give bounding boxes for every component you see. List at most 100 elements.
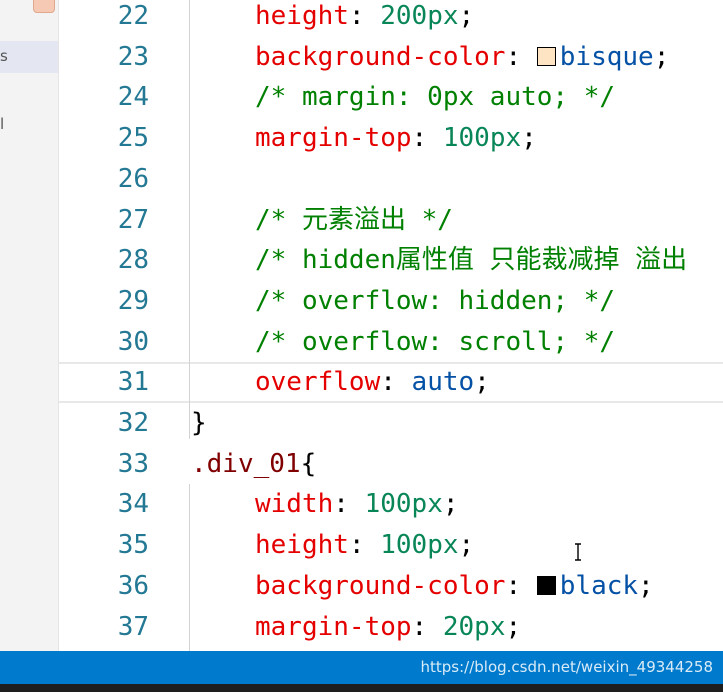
line-number: 27 [117, 204, 149, 235]
code-line[interactable]: 25 margin-top: 100px; [59, 118, 723, 159]
code-line[interactable]: 29 /* overflow: hidden; */ [59, 281, 723, 322]
code-token: height [255, 530, 349, 561]
code-token: /* hidden属性值 只能裁减掉 溢出 [255, 245, 688, 276]
line-number: 35 [117, 530, 149, 561]
code-token: ; [442, 489, 459, 520]
code-text: /* overflow: hidden; */ [255, 281, 615, 322]
code-token: width [255, 489, 334, 520]
code-line[interactable]: 24 /* margin: 0px auto; */ [59, 77, 723, 118]
code-token: auto [411, 367, 475, 398]
code-token: : [411, 611, 443, 642]
code-text: height: 200px; [255, 0, 474, 37]
code-token: background-color [255, 41, 506, 72]
code-text: overflow: auto; [255, 364, 490, 401]
sidebar-item-label: s [0, 47, 8, 65]
line-number: 29 [117, 285, 149, 316]
code-token: height [255, 1, 349, 31]
sidebar-item-selected[interactable]: s [0, 41, 58, 73]
color-swatch-icon[interactable] [536, 575, 556, 595]
code-token: ; [505, 611, 522, 642]
code-line[interactable]: 30 /* overflow: scroll; */ [59, 322, 723, 363]
code-line[interactable]: 35 height: 100px; [59, 525, 723, 566]
line-number: 26 [117, 163, 149, 194]
line-number: 22 [117, 1, 149, 31]
code-token: { [300, 448, 317, 479]
line-number: 24 [117, 82, 149, 113]
code-text: /* overflow: scroll; */ [255, 322, 615, 363]
code-line[interactable]: 28 /* hidden属性值 只能裁减掉 溢出 [59, 240, 723, 281]
line-number: 30 [117, 326, 149, 357]
indent-guide [189, 484, 190, 651]
code-editor[interactable]: 22 height: 200px; 23 background-color: bisq… [59, 0, 723, 651]
code-line[interactable]: 37 margin-top: 20px; [59, 607, 723, 648]
code-line[interactable]: 31 overflow: auto; [59, 362, 723, 403]
code-token: /* 元素溢出 */ [255, 204, 453, 235]
code-token: ; [521, 123, 537, 154]
code-token: : [380, 367, 412, 398]
code-token: /* margin: 0px auto; */ [255, 82, 616, 113]
code-text: margin-top: 100px; [255, 118, 537, 159]
code-line[interactable]: 33 .div_01{ [59, 444, 723, 485]
sidebar-item-label[interactable]: l [0, 115, 4, 133]
code-line[interactable]: 32} [59, 403, 723, 444]
code-token: /* overflow: hidden; */ [255, 285, 616, 316]
code-token: 100px [380, 530, 459, 561]
line-number: 37 [117, 611, 149, 642]
code-token: background-color [255, 570, 506, 601]
code-text: /* margin: 0px auto; */ [255, 77, 615, 118]
code-token: : [505, 41, 537, 72]
text-cursor-icon [575, 543, 581, 561]
line-number: 31 [117, 367, 149, 398]
code-text: /* hidden属性值 只能裁减掉 溢出 [255, 240, 687, 281]
code-token: overflow [255, 367, 381, 398]
code-token: : [348, 1, 381, 31]
code-line[interactable]: 22 height: 200px; [59, 0, 723, 37]
status-bar: https://blog.csdn.net/weixin_49344258 [0, 651, 723, 684]
code-token: margin-top [255, 123, 412, 154]
code-token: ; [458, 1, 475, 31]
code-token: 100px [364, 489, 443, 520]
line-number: 23 [117, 41, 149, 72]
line-number: 33 [117, 448, 149, 479]
code-text: margin-top: 20px; [255, 607, 521, 648]
file-badge-icon [33, 0, 55, 13]
code-token: .div_01 [191, 448, 301, 479]
code-text: .div_01{ [191, 444, 316, 485]
code-line[interactable]: 26 [59, 159, 723, 200]
code-line[interactable]: 23 background-color: bisque; [59, 37, 723, 78]
code-token: ; [458, 530, 475, 561]
code-text: /* 元素溢出 */ [255, 200, 453, 241]
explorer-sidebar: s l [0, 0, 59, 651]
code-line[interactable]: 27 /* 元素溢出 */ [59, 200, 723, 241]
line-number: 32 [117, 408, 149, 438]
code-token: ; [653, 41, 670, 72]
code-token: ; [638, 570, 654, 601]
code-token: } [191, 408, 207, 438]
line-number: 25 [117, 123, 149, 154]
code-token: margin-top [255, 611, 412, 642]
code-text: height: 100px; [255, 525, 474, 566]
code-text: width: 100px; [255, 484, 459, 525]
line-number: 34 [117, 489, 149, 520]
code-token: : [333, 489, 365, 520]
code-text: background-color: black; [255, 566, 654, 607]
line-number: 28 [117, 245, 149, 276]
code-token: bisque [559, 41, 654, 72]
code-token: /* overflow: scroll; */ [255, 326, 616, 357]
code-line[interactable]: 36 background-color: black; [59, 566, 723, 607]
indent-guide [189, 0, 190, 439]
code-token: 20px [442, 611, 506, 642]
code-token: : [505, 570, 537, 601]
code-line[interactable]: 34 width: 100px; [59, 484, 723, 525]
watermark-text: https://blog.csdn.net/weixin_49344258 [420, 658, 713, 676]
code-token: : [348, 530, 381, 561]
code-token: 200px [380, 1, 459, 31]
color-swatch-icon[interactable] [536, 46, 556, 66]
code-text: background-color: bisque; [255, 37, 669, 78]
code-token: black [559, 570, 639, 601]
line-number: 36 [117, 570, 149, 601]
code-token: : [411, 123, 443, 154]
code-token: ; [474, 367, 490, 398]
taskbar-strip [0, 684, 723, 692]
code-token: 100px [442, 123, 522, 154]
